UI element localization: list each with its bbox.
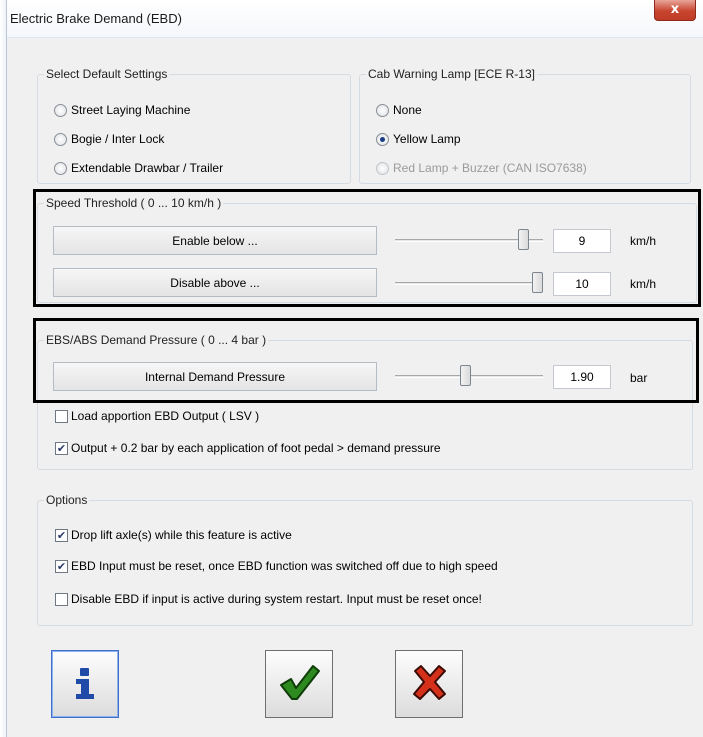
radio-red-lamp-buzzer: Red Lamp + Buzzer (CAN ISO7638) xyxy=(376,161,587,175)
radio-extendable-drawbar[interactable]: Extendable Drawbar / Trailer xyxy=(54,161,223,175)
radio-label: Extendable Drawbar / Trailer xyxy=(71,161,224,175)
radio-label: Yellow Lamp xyxy=(393,132,461,146)
load-apportion-label: Load apportion EBD Output ( LSV ) xyxy=(71,409,260,423)
ok-button[interactable] xyxy=(265,650,333,718)
window-title: Electric Brake Demand (EBD) xyxy=(10,11,182,26)
option-label: Disable EBD if input is active during sy… xyxy=(71,592,482,606)
radio-none[interactable]: None xyxy=(376,103,422,117)
radio-circle[interactable] xyxy=(376,103,389,117)
output-boost-checkbox-row[interactable]: ✔ Output + 0.2 bar by each application o… xyxy=(55,441,441,455)
option-label: Drop lift axle(s) while this feature is … xyxy=(71,528,292,542)
radio-label: Bogie / Inter Lock xyxy=(71,132,165,146)
cross-icon xyxy=(409,663,449,706)
dialog-window: Electric Brake Demand (EBD) x Select Def… xyxy=(6,0,703,737)
title-bar: Electric Brake Demand (EBD) x xyxy=(7,0,703,38)
output-boost-checkbox[interactable]: ✔ xyxy=(55,441,68,455)
load-apportion-checkbox[interactable] xyxy=(55,409,68,423)
option-checkbox[interactable]: ✔ xyxy=(55,528,68,542)
close-icon: x xyxy=(670,2,680,17)
cab-warning-lamp-label: Cab Warning Lamp [ECE R-13] xyxy=(366,67,537,81)
radio-circle[interactable] xyxy=(54,161,67,175)
checkmark-icon xyxy=(277,663,321,706)
option-drop-lift-axle[interactable]: ✔ Drop lift axle(s) while this feature i… xyxy=(55,528,292,542)
radio-circle-disabled xyxy=(376,161,389,175)
radio-circle[interactable] xyxy=(54,132,67,146)
speed-highlight-frame xyxy=(33,189,701,307)
radio-yellow-lamp[interactable]: Yellow Lamp xyxy=(376,132,461,146)
cab-warning-lamp-group: Cab Warning Lamp [ECE R-13] None Yellow … xyxy=(359,67,691,184)
radio-label: Street Laying Machine xyxy=(71,103,191,117)
option-label: EBD Input must be reset, once EBD functi… xyxy=(71,559,498,573)
info-button[interactable] xyxy=(51,650,119,718)
radio-bogie-inter-lock[interactable]: Bogie / Inter Lock xyxy=(54,132,164,146)
cancel-button[interactable] xyxy=(395,650,463,718)
info-icon xyxy=(70,666,100,703)
option-checkbox[interactable]: ✔ xyxy=(55,559,68,573)
option-disable-ebd-restart[interactable]: Disable EBD if input is active during sy… xyxy=(55,592,482,606)
output-boost-label: Output + 0.2 bar by each application of … xyxy=(71,441,441,455)
radio-circle-selected[interactable] xyxy=(376,132,389,146)
default-settings-label: Select Default Settings xyxy=(44,67,170,81)
radio-label: Red Lamp + Buzzer (CAN ISO7638) xyxy=(393,161,587,175)
radio-label: None xyxy=(393,103,422,117)
radio-circle[interactable] xyxy=(54,103,67,117)
load-apportion-checkbox-row[interactable]: Load apportion EBD Output ( LSV ) xyxy=(55,409,259,423)
radio-street-laying-machine[interactable]: Street Laying Machine xyxy=(54,103,190,117)
default-settings-group: Select Default Settings Street Laying Ma… xyxy=(37,67,351,184)
option-checkbox[interactable] xyxy=(55,592,68,606)
option-ebd-input-reset[interactable]: ✔ EBD Input must be reset, once EBD func… xyxy=(55,559,498,573)
close-button[interactable]: x xyxy=(654,0,696,21)
options-label: Options xyxy=(44,493,90,507)
pressure-highlight-frame xyxy=(33,318,699,403)
